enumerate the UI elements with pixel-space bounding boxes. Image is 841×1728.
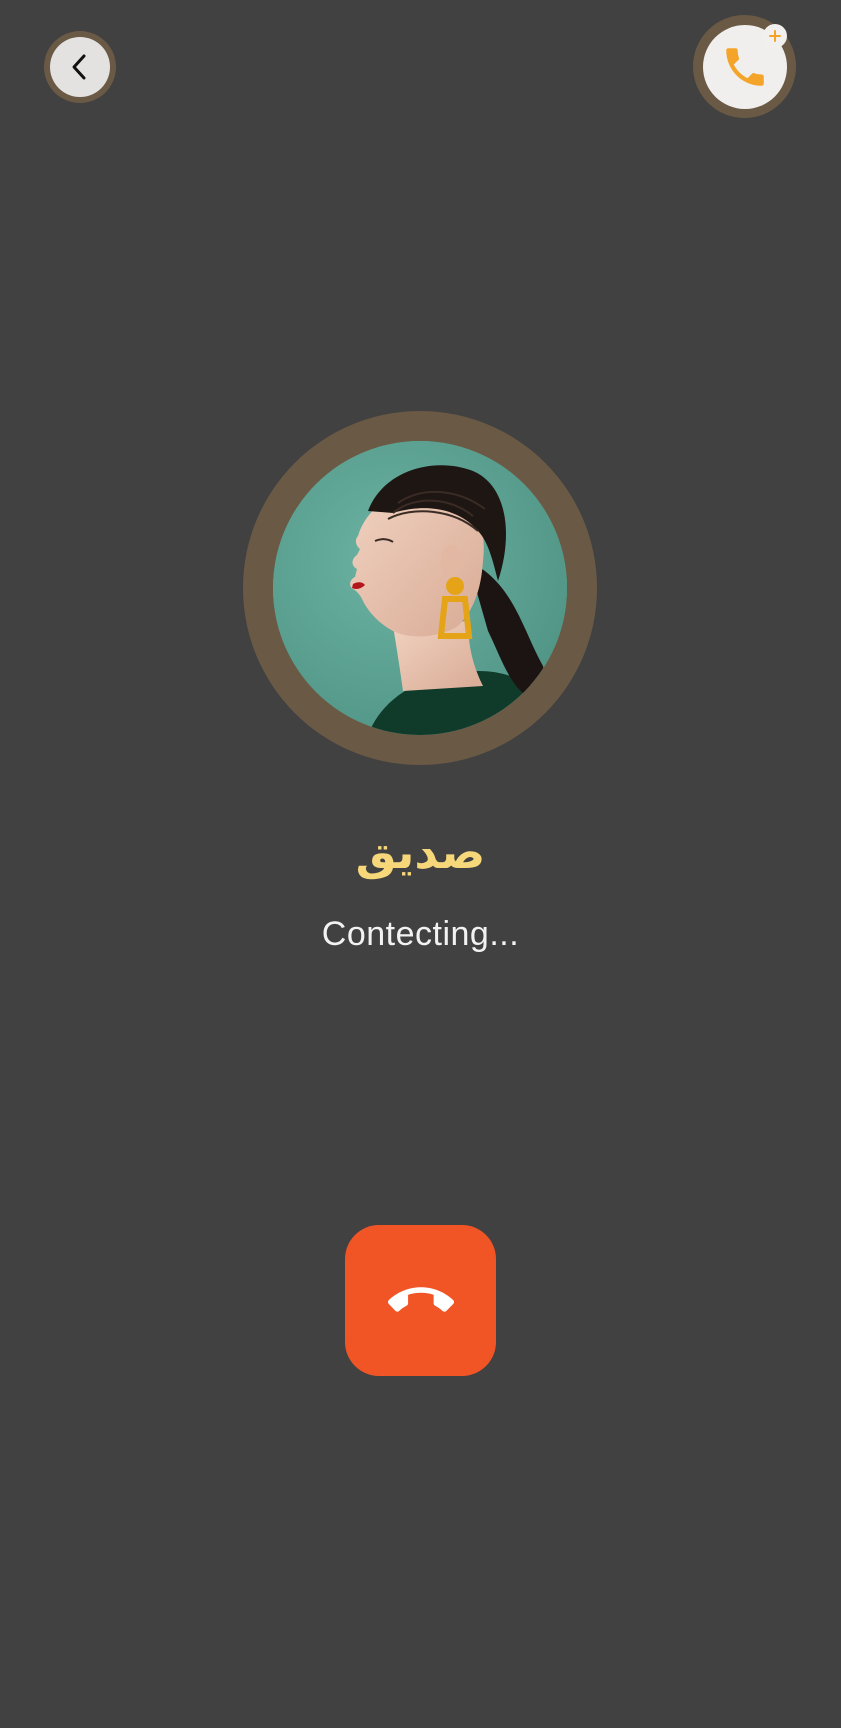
plus-icon [769,30,781,42]
contact-name: صديق [355,825,486,879]
phone-icon [725,47,764,86]
end-call-button[interactable] [345,1225,496,1376]
call-screen: صديق Contecting... [0,0,841,1728]
phone-hangup-icon [387,1286,454,1312]
chevron-left-icon [72,54,86,80]
back-button-face[interactable] [50,37,110,97]
call-status: Contecting... [321,915,520,953]
avatar [273,441,567,735]
back-button[interactable] [44,31,116,103]
contact-photo [273,441,567,735]
add-badge [763,24,787,48]
